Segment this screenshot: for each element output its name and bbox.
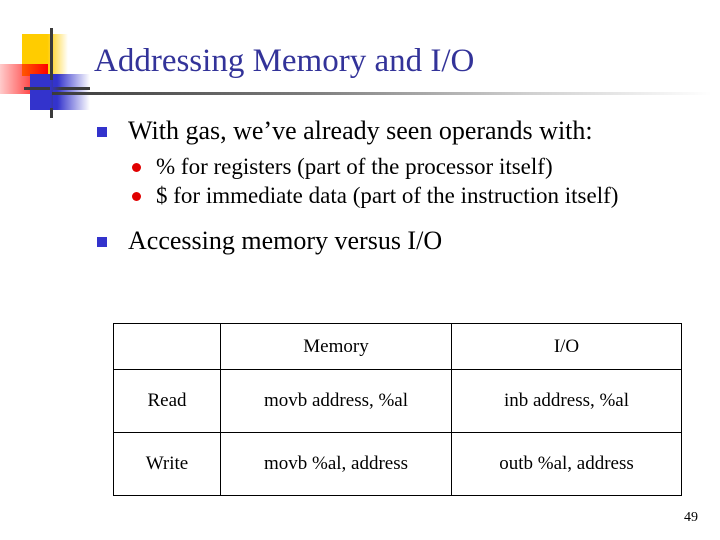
bullet-level2-text: % for registers (part of the processor i… (156, 154, 553, 179)
table-header-cell-blank (113, 323, 221, 370)
bullet-level2-text: $ for immediate data (part of the instru… (156, 183, 619, 208)
bullet-level1-text: With gas, we’ve already seen operands wi… (128, 116, 593, 145)
decoration-yellow-square (22, 34, 68, 76)
square-bullet-icon (97, 237, 107, 247)
slide-title: Addressing Memory and I/O (94, 43, 475, 79)
table-cell-io: inb address, %al (451, 369, 682, 433)
table-header-cell-memory: Memory (220, 323, 452, 370)
decoration-red-square (0, 64, 48, 94)
bullet-level2: % for registers (part of the processor i… (129, 152, 706, 181)
table-cell-memory: movb address, %al (220, 369, 452, 433)
dot-bullet-icon (132, 163, 141, 172)
table-cell-operation: Write (113, 432, 221, 496)
table-header-row: Memory I/O (113, 323, 682, 370)
bullet-level1: Accessing memory versus I/O (96, 224, 706, 258)
table-cell-memory: movb %al, address (220, 432, 452, 496)
slide-body: With gas, we’ve already seen operands wi… (96, 114, 706, 262)
square-bullet-icon (97, 127, 107, 137)
table-cell-io: outb %al, address (451, 432, 682, 496)
table-row: Write movb %al, address outb %al, addres… (113, 432, 682, 496)
page-number: 49 (684, 510, 698, 525)
title-divider (52, 92, 712, 95)
table-header-cell-io: I/O (451, 323, 682, 370)
memory-io-table: Memory I/O Read movb address, %al inb ad… (113, 323, 682, 496)
bullet-level2: $ for immediate data (part of the instru… (129, 181, 706, 210)
table-row: Read movb address, %al inb address, %al (113, 369, 682, 433)
table-cell-operation: Read (113, 369, 221, 433)
dot-bullet-icon (132, 192, 141, 201)
bullet-spacer (96, 210, 706, 224)
bullet-level1: With gas, we’ve already seen operands wi… (96, 114, 706, 148)
sub-bullet-list: % for registers (part of the processor i… (96, 152, 706, 210)
bullet-level1-text: Accessing memory versus I/O (128, 226, 443, 255)
